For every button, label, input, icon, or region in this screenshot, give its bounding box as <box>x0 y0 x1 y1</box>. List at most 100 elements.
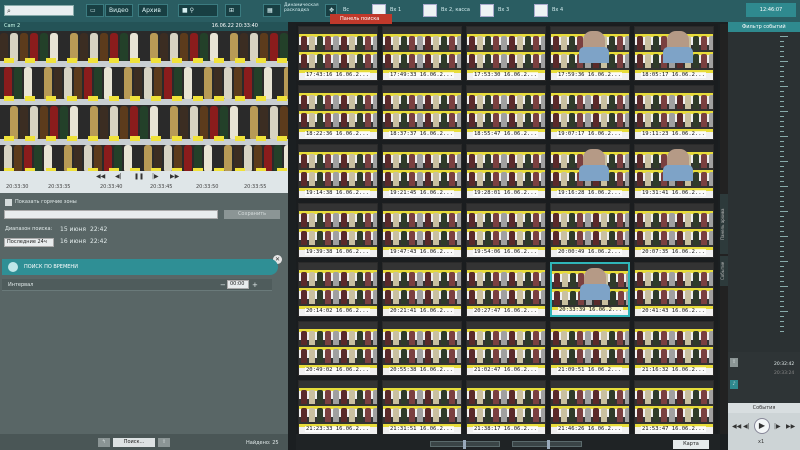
result-thumbnail[interactable]: 17:59:36 16.06.2... <box>550 26 630 81</box>
result-thumbnail[interactable]: 21:38:17 16.06.2... <box>466 380 546 435</box>
show-zones-checkbox[interactable] <box>5 199 12 206</box>
pause-icon[interactable]: ❚❚ <box>134 173 144 180</box>
result-thumbnail[interactable]: 19:39:38 16.06.2... <box>298 203 378 258</box>
range-to-date[interactable]: 16 июня <box>60 238 86 245</box>
search-panel-tab[interactable]: Панель поиска <box>330 14 392 24</box>
thumbnail-size-slider[interactable] <box>430 440 500 449</box>
camera-video-view[interactable] <box>0 31 288 171</box>
range-to-time[interactable]: 22:42 <box>90 238 107 245</box>
save-button[interactable]: Сохранить <box>224 210 280 219</box>
result-thumbnail[interactable]: 21:46:26 16.06.2... <box>550 380 630 435</box>
event-filter-header[interactable]: Фильтр событий <box>728 22 800 32</box>
bottle <box>50 33 58 61</box>
range-from-time[interactable]: 22:42 <box>90 226 107 233</box>
archive-tab[interactable]: Архив <box>138 4 168 17</box>
search-input[interactable]: ⌕ <box>4 5 74 16</box>
result-thumbnail[interactable]: 21:53:47 16.06.2... <box>634 380 714 435</box>
result-thumbnail[interactable]: 20:07:35 16.06.2... <box>634 203 714 258</box>
next-frame-icon[interactable]: |▶ <box>152 173 159 180</box>
result-thumbnail[interactable]: 19:31:41 16.06.2... <box>634 144 714 199</box>
rewind-icon[interactable]: ◀◀ <box>732 423 741 430</box>
result-thumbnail[interactable]: 20:21:41 16.06.2... <box>382 262 462 317</box>
price-tag <box>256 58 266 63</box>
time-ruler[interactable] <box>728 32 800 352</box>
preset-select[interactable]: Последние 24ч <box>4 238 54 247</box>
archive-panel-tab[interactable]: Панель архива <box>720 194 728 254</box>
map-button[interactable]: Карта <box>673 440 709 449</box>
result-thumbnail[interactable]: 21:02:47 16.06.2... <box>466 321 546 376</box>
thumbnail-zoom-slider[interactable] <box>512 440 582 449</box>
zone-select[interactable] <box>4 210 218 219</box>
result-thumbnail[interactable]: 19:11:23 16.06.2... <box>634 85 714 140</box>
ruler-tick <box>780 191 784 192</box>
result-thumbnail[interactable]: 18:55:47 16.06.2... <box>466 85 546 140</box>
ruler-tick <box>780 326 784 327</box>
price-tag <box>130 96 140 101</box>
slider-knob[interactable] <box>463 440 466 449</box>
result-thumbnail[interactable]: 18:05:17 16.06.2... <box>634 26 714 81</box>
result-thumbnail[interactable]: 20:33:39 16.06.2... <box>550 262 630 317</box>
bottle <box>280 106 288 139</box>
result-thumbnail[interactable]: 20:41:43 16.06.2... <box>634 262 714 317</box>
interval-input[interactable]: 00:00 <box>227 280 249 289</box>
step-forward-icon[interactable]: |▶ <box>774 423 781 430</box>
back-icon-button[interactable]: ↰ <box>98 438 110 447</box>
result-thumbnail[interactable]: 20:14:02 16.06.2... <box>298 262 378 317</box>
thumbnail-timestamp: 20:27:47 16.06.2... <box>473 308 538 314</box>
video-tab[interactable]: Видео <box>105 4 133 17</box>
events-button[interactable]: События <box>728 403 800 413</box>
camera-tile-3[interactable] <box>480 4 494 17</box>
result-thumbnail[interactable]: 19:28:01 16.06.2... <box>466 144 546 199</box>
price-tag <box>67 96 77 101</box>
result-thumbnail[interactable]: 20:00:49 16.06.2... <box>550 203 630 258</box>
result-thumbnail[interactable]: 18:22:36 16.06.2... <box>298 85 378 140</box>
search-button[interactable]: Поиск... <box>113 438 155 447</box>
step-forward-icon[interactable]: ▶▶ <box>170 173 179 180</box>
slider-knob[interactable] <box>547 440 550 449</box>
result-thumbnail[interactable]: 19:54:06 16.06.2... <box>466 203 546 258</box>
price-tag <box>130 136 140 141</box>
result-thumbnail[interactable]: 21:31:51 16.06.2... <box>382 380 462 435</box>
layout-icon-button[interactable]: ▦ <box>263 4 281 17</box>
result-thumbnail[interactable]: 17:43:16 16.06.2... <box>298 26 378 81</box>
result-thumbnail[interactable]: 21:09:51 16.06.2... <box>550 321 630 376</box>
range-from-date[interactable]: 15 июня <box>60 226 86 233</box>
fast-forward-icon[interactable]: ▶▶ <box>786 423 795 430</box>
result-thumbnail[interactable]: 20:27:47 16.06.2... <box>466 262 546 317</box>
result-thumbnail[interactable]: 17:53:30 16.06.2... <box>466 26 546 81</box>
result-thumbnail[interactable]: 19:21:45 16.06.2... <box>382 144 462 199</box>
search-by-time-header[interactable]: ПОИСК ПО ВРЕМЕНИ <box>2 259 278 275</box>
clock-display[interactable]: 12:46:07 <box>746 3 796 17</box>
result-thumbnail[interactable]: 19:14:38 16.06.2... <box>298 144 378 199</box>
camera-tile-4[interactable] <box>534 4 548 17</box>
step-back-icon[interactable]: ◀| <box>743 423 750 430</box>
upload-icon[interactable]: ⇧ <box>730 358 738 367</box>
bottle <box>260 33 268 61</box>
play-button[interactable]: ▶ <box>754 418 770 434</box>
result-thumbnail[interactable]: 21:23:33 16.06.2... <box>298 380 378 435</box>
result-thumbnail[interactable]: 18:37:37 16.06.2... <box>382 85 462 140</box>
event-tab[interactable]: Событие <box>720 256 728 286</box>
record-icon-button[interactable]: ■ ⚲ <box>178 4 218 17</box>
result-thumbnail[interactable]: 20:49:02 16.06.2... <box>298 321 378 376</box>
prev-frame-icon[interactable]: ◀| <box>115 173 122 180</box>
result-thumbnail[interactable]: 19:16:28 16.06.2... <box>550 144 630 199</box>
thumbnail-timestamp: 21:53:47 16.06.2... <box>641 426 706 432</box>
video-icon-button[interactable]: ▭ <box>86 4 104 17</box>
camera-timeline[interactable]: ◀◀ ◀| ❚❚ |▶ ▶▶ 20:33:30 20:33:35 20:33:4… <box>0 171 288 193</box>
microphone-icon[interactable]: ♪ <box>730 380 738 389</box>
result-thumbnail[interactable]: 17:49:33 16.06.2... <box>382 26 462 81</box>
speed-label[interactable]: x1 <box>758 439 764 445</box>
interval-minus-button[interactable]: − <box>220 281 226 289</box>
export-icon-button[interactable]: ⇪ <box>158 438 170 447</box>
result-thumbnail[interactable]: 20:55:38 16.06.2... <box>382 321 462 376</box>
camera-tile-2[interactable] <box>423 4 437 17</box>
search-footer: ↰ Поиск... ⇪ Найдено: 25 <box>0 434 288 450</box>
result-thumbnail[interactable]: 19:07:17 16.06.2... <box>550 85 630 140</box>
step-back-icon[interactable]: ◀◀ <box>96 173 105 180</box>
thumbnail-timestamp: 17:59:36 16.06.2... <box>557 72 622 78</box>
grid-icon-button[interactable]: ⊞ <box>225 4 241 17</box>
result-thumbnail[interactable]: 21:16:32 16.06.2... <box>634 321 714 376</box>
result-thumbnail[interactable]: 19:47:43 16.06.2... <box>382 203 462 258</box>
interval-plus-button[interactable]: + <box>252 281 258 289</box>
